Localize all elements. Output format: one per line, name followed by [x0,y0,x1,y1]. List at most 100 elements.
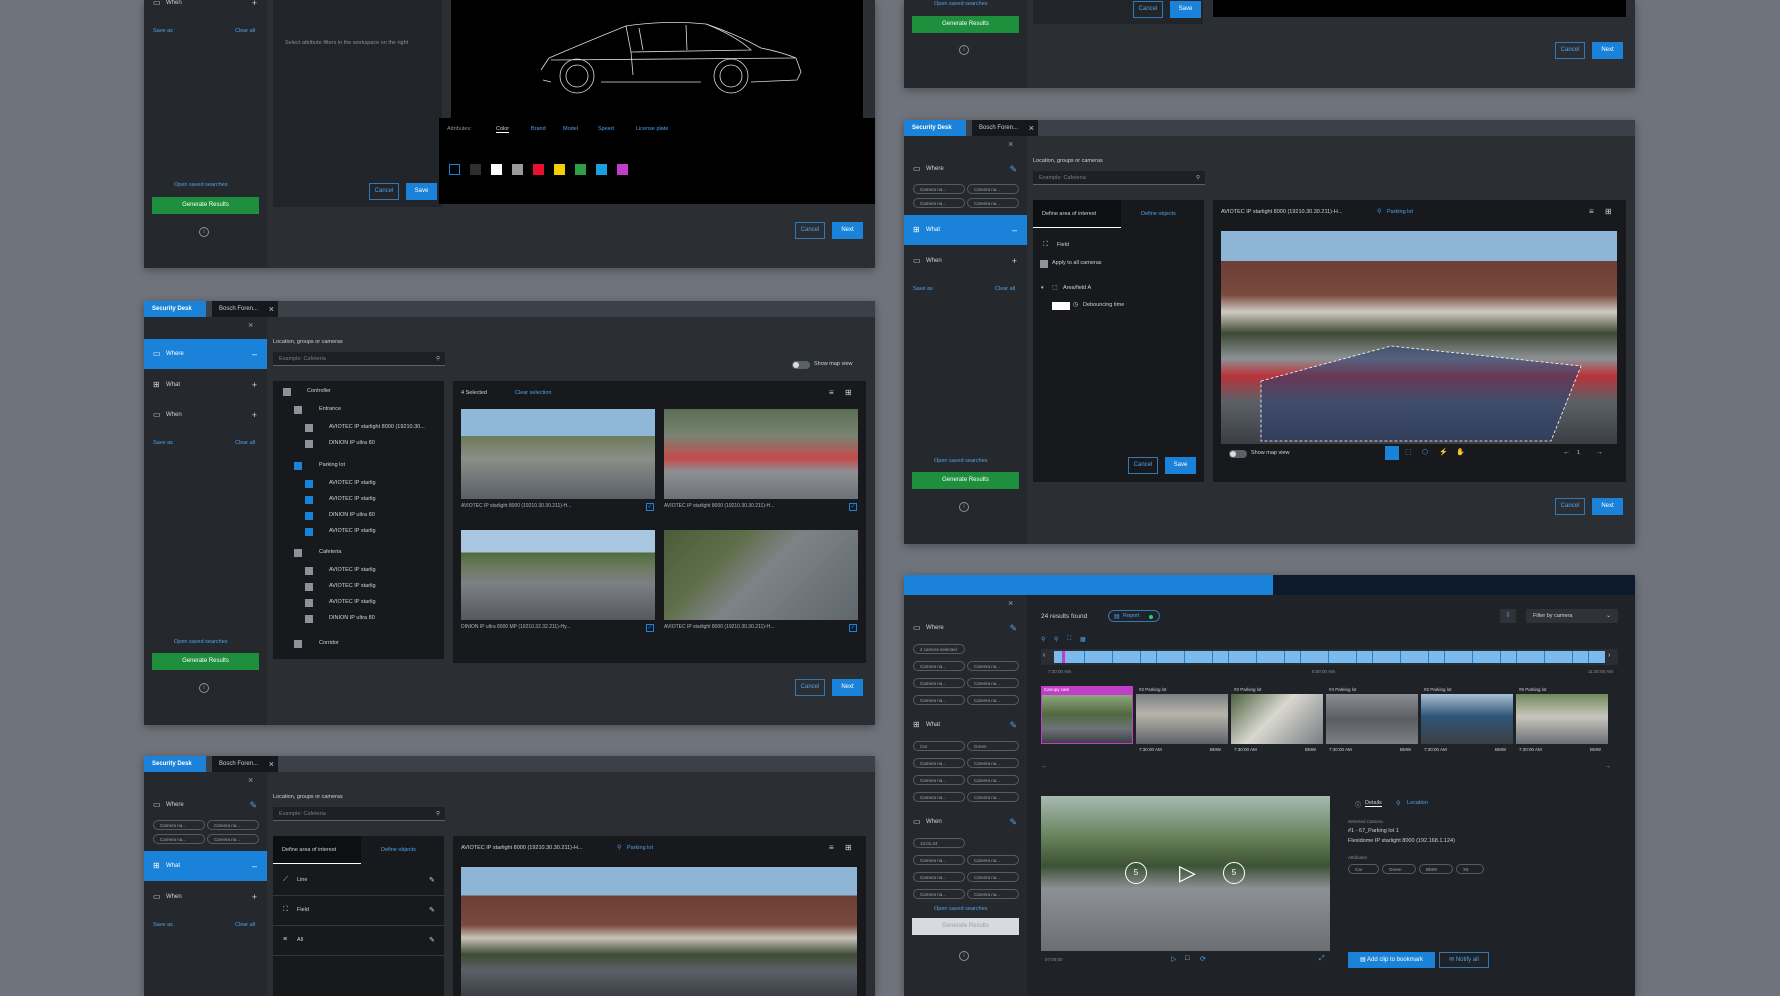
filter-chip[interactable]: Camera na... [913,184,965,194]
object-row-field[interactable]: ⛶ Field ✎ [273,896,444,926]
fullscreen-icon[interactable]: ⤢ [1319,955,1325,963]
filter-chip[interactable]: Camera na... [967,855,1019,865]
filter-chip[interactable]: 13.01.24 [913,838,965,848]
cancel-button[interactable]: Cancel [795,222,825,239]
timeline-hit-marker[interactable] [1228,651,1229,663]
checkbox-checked[interactable] [305,512,313,520]
color-swatch[interactable] [554,164,565,175]
checkbox[interactable] [283,388,291,396]
sidebar-item-when[interactable]: ▭ When ✎ [904,811,1027,833]
filter-chip[interactable]: Camera na... [967,695,1019,705]
result-thumbnail[interactable] [1136,694,1228,744]
filter-chip[interactable]: Camera na... [967,872,1019,882]
chevron-down-icon[interactable]: ▾ [1041,285,1044,291]
next-button[interactable]: Next [1592,42,1623,59]
search-input[interactable]: Example: Cafeteria ⚲ [273,807,445,821]
result-card[interactable]: #2 Parking lot 7:30:00 AM BMW [1231,686,1323,766]
timeline-track[interactable] [1054,651,1605,663]
filter-chip[interactable]: Camera na... [967,792,1019,802]
timeline-prev-icon[interactable]: ‹ [1043,652,1045,659]
result-card[interactable]: #4 Parking lot 7:30:00 AM BMW [1326,686,1418,766]
tab-security-desk[interactable]: Security Desk [144,756,206,772]
plus-icon[interactable]: + [252,882,257,912]
timeline-hit-marker[interactable] [1184,651,1185,663]
tab-bosch-forensic[interactable]: Bosch Foren... × [972,120,1038,136]
info-icon[interactable]: i [199,683,209,693]
filter-chip[interactable]: Green [967,741,1019,751]
clear-selection-link[interactable]: Clear selection [515,390,551,396]
add-clip-to-bookmark-button[interactable]: ▤ Add clip to bookmark [1348,952,1435,968]
close-icon[interactable]: × [248,775,253,785]
cancel-button[interactable]: Cancel [795,679,825,696]
camera-thumbnail[interactable] [461,530,655,620]
tab-brand[interactable]: Brand [531,126,546,132]
edit-icon[interactable]: ✎ [1009,811,1017,833]
open-saved-searches-link[interactable]: Open saved searches [174,639,228,645]
search-icon[interactable]: ⚲ [1196,171,1200,185]
color-swatch[interactable] [533,164,544,175]
checkbox-checked[interactable] [305,496,313,504]
filter-chip[interactable]: 4 camera selected [913,644,965,654]
clear-all-link[interactable]: Clear all [995,286,1015,292]
filter-chip[interactable]: Camera na... [153,834,205,844]
sidebar-item-where[interactable]: ▭ Where ✎ [904,158,1027,180]
generate-results-button[interactable]: Generate Results [912,16,1019,33]
tree-camera[interactable]: AVIOTEC IP starlig [329,599,376,605]
list-view-icon[interactable]: ≡ [829,388,834,397]
list-view-icon[interactable]: ≡ [1589,207,1594,216]
clear-all-link[interactable]: Clear all [235,922,255,928]
grid-view-icon[interactable]: ⊞ [1605,207,1612,216]
edit-icon[interactable]: ✎ [429,876,435,884]
timeline-hit-marker[interactable] [1156,651,1157,663]
timeline-hit-marker[interactable] [1212,651,1213,663]
tree-camera[interactable]: DINION IP ultra 80 [329,440,375,446]
result-thumbnail[interactable] [1516,694,1608,744]
color-swatch[interactable] [617,164,628,175]
clear-all-link[interactable]: Clear all [235,440,255,446]
open-saved-searches-link[interactable]: Open saved searches [934,1,988,7]
filter-chip[interactable]: Camera na... [913,775,965,785]
checkbox[interactable] [305,615,313,623]
selected-check-icon[interactable]: ✓ [849,503,857,511]
filter-chip[interactable]: Camera na... [967,184,1019,194]
draw-tool-select[interactable] [1385,446,1399,460]
collapse-icon[interactable]: – [252,339,257,369]
calendar-icon[interactable]: ▦ [1080,636,1086,643]
search-input[interactable]: Example: Cafeteria ⚲ [273,352,445,366]
timeline-hit-marker[interactable] [1300,651,1301,663]
next-button[interactable]: Next [1592,498,1623,515]
color-swatch[interactable] [470,164,481,175]
fit-icon[interactable]: ⛶ [1067,636,1071,643]
color-swatch[interactable] [575,164,586,175]
results-prev-icon[interactable]: ← [1041,763,1048,770]
filter-chip[interactable]: Camera na... [967,775,1019,785]
filter-chip[interactable]: Camera na... [913,758,965,768]
timeline-hit-marker[interactable] [1516,651,1517,663]
timeline-hit-marker[interactable] [1256,651,1257,663]
generate-results-button[interactable]: Generate Results [912,918,1019,935]
tree-camera[interactable]: AVIOTEC IP starlight 8000 (19210.30... [329,424,425,430]
timeline-hit-marker[interactable] [1572,651,1573,663]
filter-chip[interactable]: Camera na... [967,889,1019,899]
filter-chip[interactable]: Camera na... [207,820,259,830]
tab-speed[interactable]: Speed [598,126,614,132]
checkbox[interactable] [294,406,302,414]
generate-results-button[interactable]: Generate Results [152,653,259,670]
sidebar-item-where[interactable]: ▭ Where ✎ [144,794,267,816]
checkbox[interactable] [294,549,302,557]
camera-thumbnail[interactable] [664,409,858,499]
clear-all-link[interactable]: Clear all [235,28,255,34]
selected-check-icon[interactable]: ✓ [646,503,654,511]
timeline-hit-marker[interactable] [1112,651,1113,663]
tree-node-entrance[interactable]: Entrance [319,406,341,412]
filter-chip[interactable]: Camera na... [913,792,965,802]
search-input[interactable]: Example: Cafeteria ⚲ [1033,171,1205,185]
selected-check-icon[interactable]: ✓ [646,624,654,632]
open-saved-searches-link[interactable]: Open saved searches [934,458,988,464]
tab-define-objects[interactable]: Define objects [1141,211,1176,217]
result-thumbnail[interactable] [1326,694,1418,744]
skip-forward-button[interactable]: 5 [1223,862,1245,884]
grid-view-icon[interactable]: ⊞ [845,843,852,852]
timeline-hit-marker[interactable] [1328,651,1329,663]
search-icon[interactable]: ⚲ [436,352,440,366]
